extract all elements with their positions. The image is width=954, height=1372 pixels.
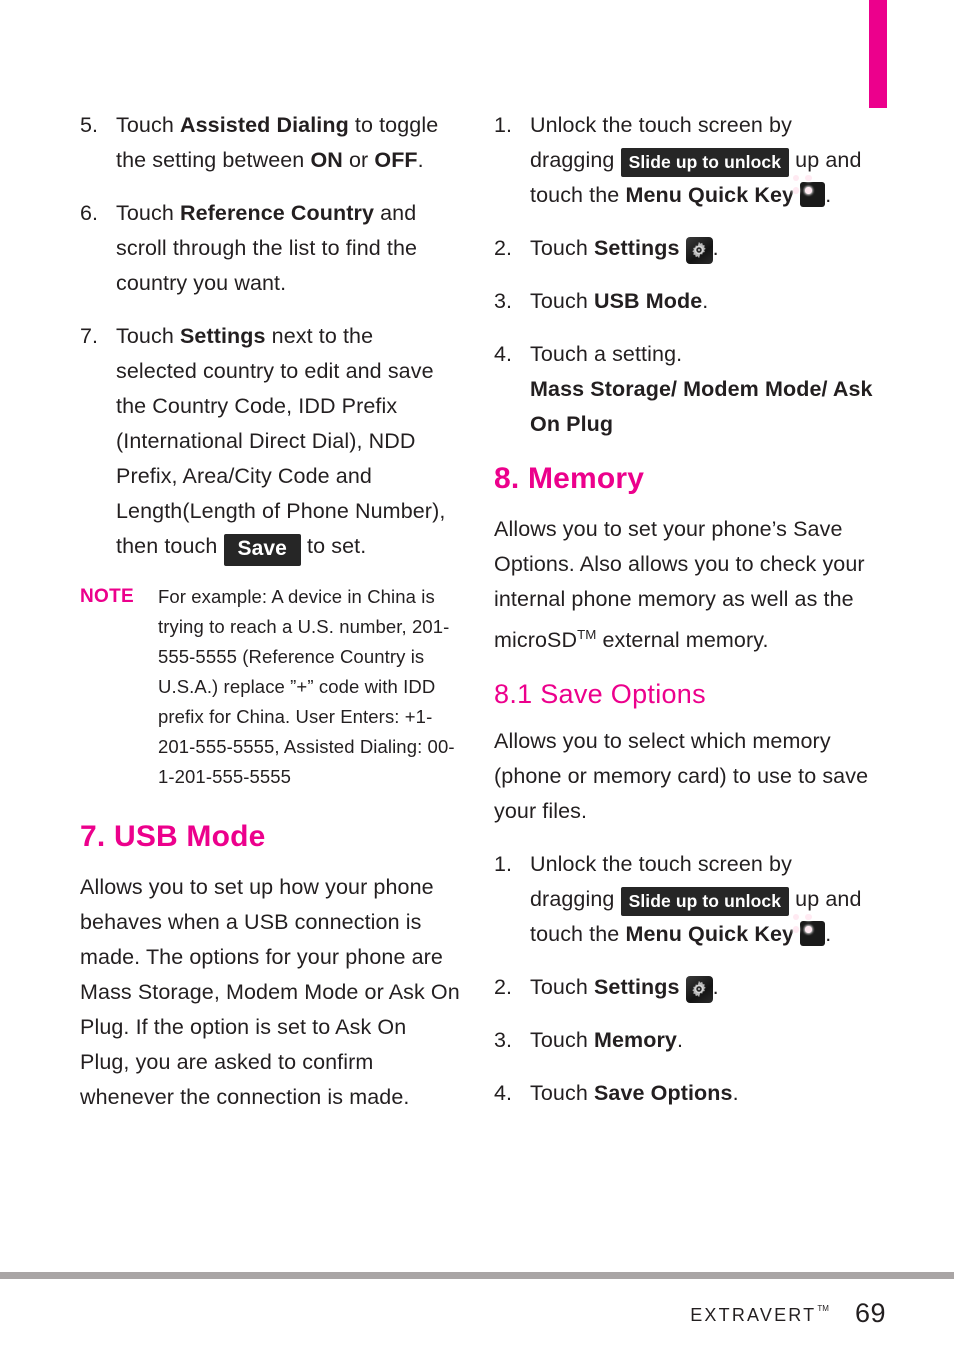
numbered-step: 2. Touch Settings . <box>494 231 874 266</box>
trademark-symbol: TM <box>577 627 597 642</box>
usb-mode-step-list: 1. Unlock the touch screen by dragging Sl… <box>494 108 874 442</box>
page-footer: ExtravertTM 69 <box>0 1288 954 1338</box>
numbered-step: 3. Touch Memory. <box>494 1023 874 1058</box>
brand-trademark-symbol: TM <box>817 1302 829 1315</box>
numbered-step: 1. Unlock the touch screen by dragging Sl… <box>494 108 874 213</box>
numbered-step: 7. Touch Settings next to the selected co… <box>80 319 460 566</box>
emphasized-term: USB Mode <box>593 289 703 313</box>
step-number: 1. <box>494 852 513 877</box>
step-number: 4. <box>494 1081 513 1106</box>
emphasized-term: Menu Quick Key <box>625 183 795 207</box>
emphasized-term: Settings <box>593 236 680 260</box>
step-text: Unlock the touch screen by dragging Slid… <box>530 852 862 947</box>
right-column: 1. Unlock the touch screen by dragging Sl… <box>494 108 874 1129</box>
menu-quick-key-icon <box>792 913 826 947</box>
step-text: Touch Settings . <box>530 975 719 1003</box>
step-text: Touch Save Options. <box>530 1081 739 1106</box>
emphasized-term: Memory <box>593 1028 677 1053</box>
section-heading-save-options: 8.1 Save Options <box>494 679 706 710</box>
menu-quick-key-icon <box>792 174 826 207</box>
step-text: Touch USB Mode. <box>530 289 709 313</box>
emphasized-term: Reference Country <box>179 201 375 225</box>
brand-label: Extravert <box>690 1298 817 1327</box>
note-label: NOTE <box>80 586 134 607</box>
emphasized-term: Settings <box>593 975 680 1000</box>
numbered-step: 3. Touch USB Mode. <box>494 284 874 319</box>
section-heading-usb-mode: 7. USB Mode <box>80 820 266 853</box>
step-text: Touch a setting. Mass Storage/ Modem Mode… <box>530 342 873 436</box>
step-number: 4. <box>494 342 513 366</box>
manual-page: 5. Touch Assisted Dialing to toggle the s… <box>0 0 954 1265</box>
save-button-badge[interactable]: Save <box>223 534 301 566</box>
step-number: 2. <box>494 975 513 1000</box>
slide-up-to-unlock-badge[interactable]: Slide up to unlock <box>620 148 790 177</box>
footer-divider <box>0 1272 954 1279</box>
emphasized-term: Save Options <box>593 1081 733 1106</box>
page-number: 69 <box>854 1297 886 1328</box>
section-body-usb-mode: Allows you to set up how your phone beha… <box>80 875 460 1109</box>
emphasized-term: OFF <box>374 148 418 172</box>
numbered-step: 2. Touch Settings . <box>494 970 874 1005</box>
emphasized-term: Mass Storage/ Modem Mode/ Ask On Plug <box>530 377 873 436</box>
step-text: Touch Assisted Dialing to toggle the set… <box>116 113 439 172</box>
emphasized-term: Menu Quick Key <box>625 922 795 947</box>
numbered-step: 6. Touch Reference Country and scroll thr… <box>80 196 460 301</box>
note-body: For example: A device in China is trying… <box>158 586 455 787</box>
slide-up-to-unlock-badge[interactable]: Slide up to unlock <box>620 887 790 917</box>
step-number: 2. <box>494 236 513 260</box>
note-block: NOTE For example: A device in China is t… <box>80 582 460 792</box>
step-text: Unlock the touch screen by dragging Slid… <box>530 113 862 207</box>
step-text: Touch Settings next to the selected coun… <box>116 324 445 566</box>
step-text: Touch Memory. <box>530 1028 684 1053</box>
memory-body-text-2: external memory. <box>596 628 769 653</box>
numbered-step: 5. Touch Assisted Dialing to toggle the s… <box>80 108 460 178</box>
section-heading-memory: 8. Memory <box>494 462 645 495</box>
step-number: 6. <box>80 201 99 225</box>
numbered-step: 4. Touch a setting. Mass Storage/ Modem Mo… <box>494 337 874 442</box>
section-body-save-options: Allows you to select which memory (phone… <box>494 729 869 824</box>
step-number: 3. <box>494 289 513 313</box>
step-text: Touch Settings . <box>530 236 719 264</box>
brand-name: ExtravertTM <box>690 1299 829 1328</box>
emphasized-term: Assisted Dialing <box>179 113 349 137</box>
left-column: 5. Touch Assisted Dialing to toggle the s… <box>80 108 460 1133</box>
settings-gear-icon <box>685 975 713 1003</box>
step-number: 5. <box>80 113 99 137</box>
save-options-step-list: 1. Unlock the touch screen by dragging Sl… <box>494 847 874 1111</box>
numbered-step: 4. Touch Save Options. <box>494 1076 874 1111</box>
step-number: 1. <box>494 113 513 137</box>
settings-gear-icon <box>685 236 713 264</box>
step-number: 7. <box>80 324 99 348</box>
emphasized-term: ON <box>310 148 343 172</box>
emphasized-term: Settings <box>179 324 266 348</box>
section-body-memory: Allows you to set your phone’s Save Opti… <box>494 512 874 658</box>
step-number: 3. <box>494 1028 513 1053</box>
left-step-list: 5. Touch Assisted Dialing to toggle the s… <box>80 108 460 566</box>
numbered-step: 1. Unlock the touch screen by dragging Sl… <box>494 847 874 952</box>
step-text: Touch Reference Country and scroll throu… <box>116 201 418 295</box>
